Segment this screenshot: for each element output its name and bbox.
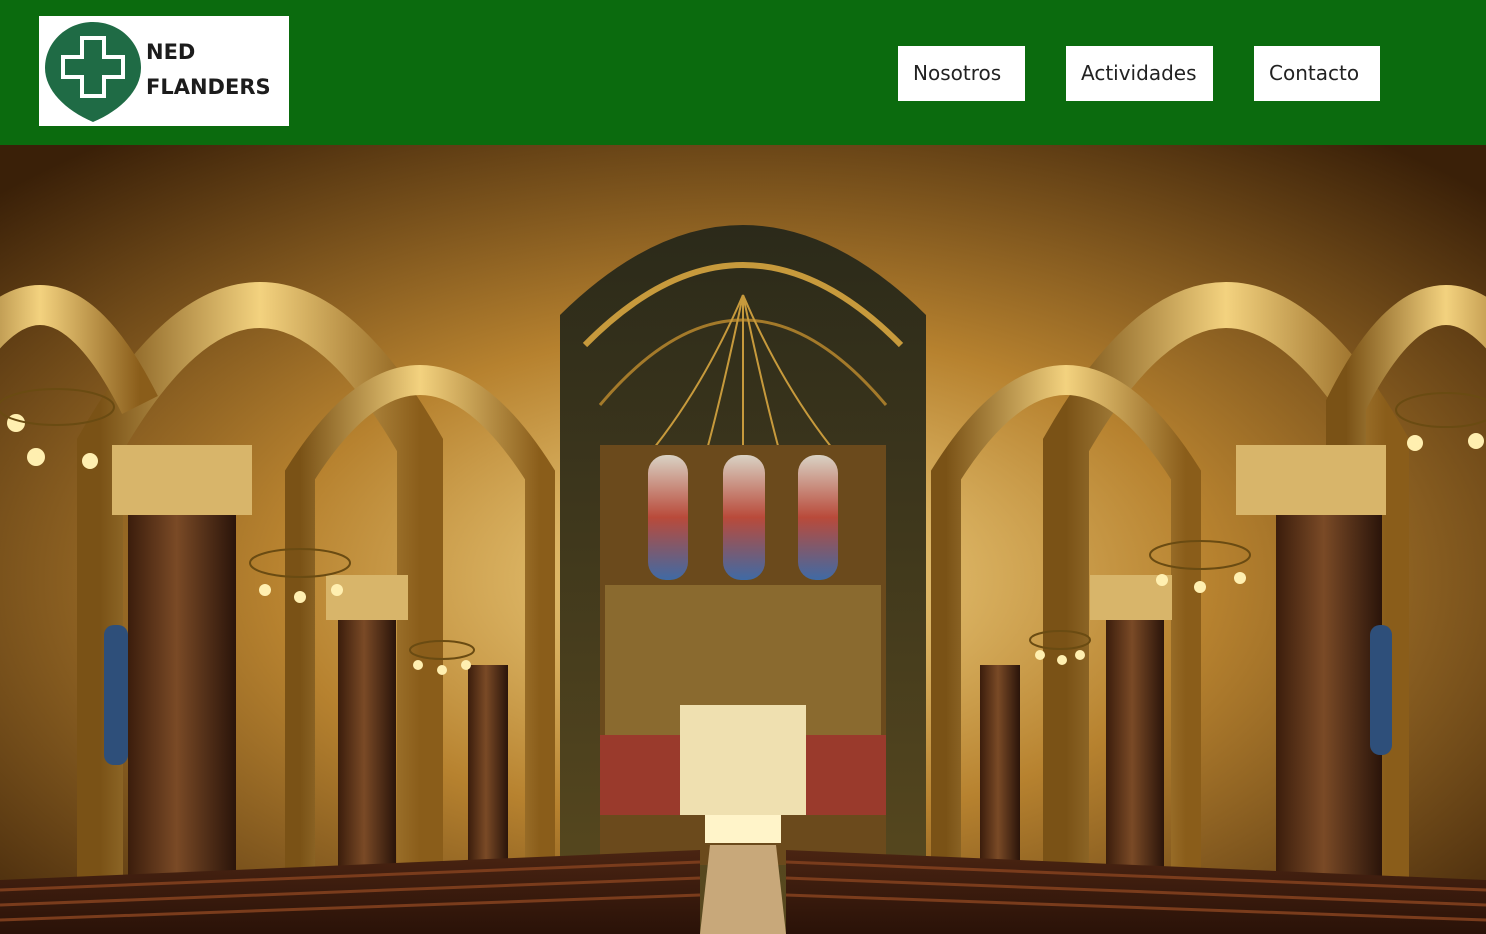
brand-name-line1: NED: [146, 40, 196, 64]
cathedral-photo: [0, 145, 1486, 934]
nav-nosotros[interactable]: Nosotros: [898, 46, 1025, 101]
medical-cross-pin-icon: [45, 22, 141, 122]
hero-image: [0, 145, 1486, 934]
nav-actividades[interactable]: Actividades: [1066, 46, 1213, 101]
brand-name-line2: FLANDERS: [146, 75, 271, 99]
nav-contacto[interactable]: Contacto: [1254, 46, 1380, 101]
site-header: NED FLANDERS Nosotros Actividades Contac…: [0, 0, 1486, 145]
brand-logo[interactable]: NED FLANDERS: [39, 16, 289, 126]
